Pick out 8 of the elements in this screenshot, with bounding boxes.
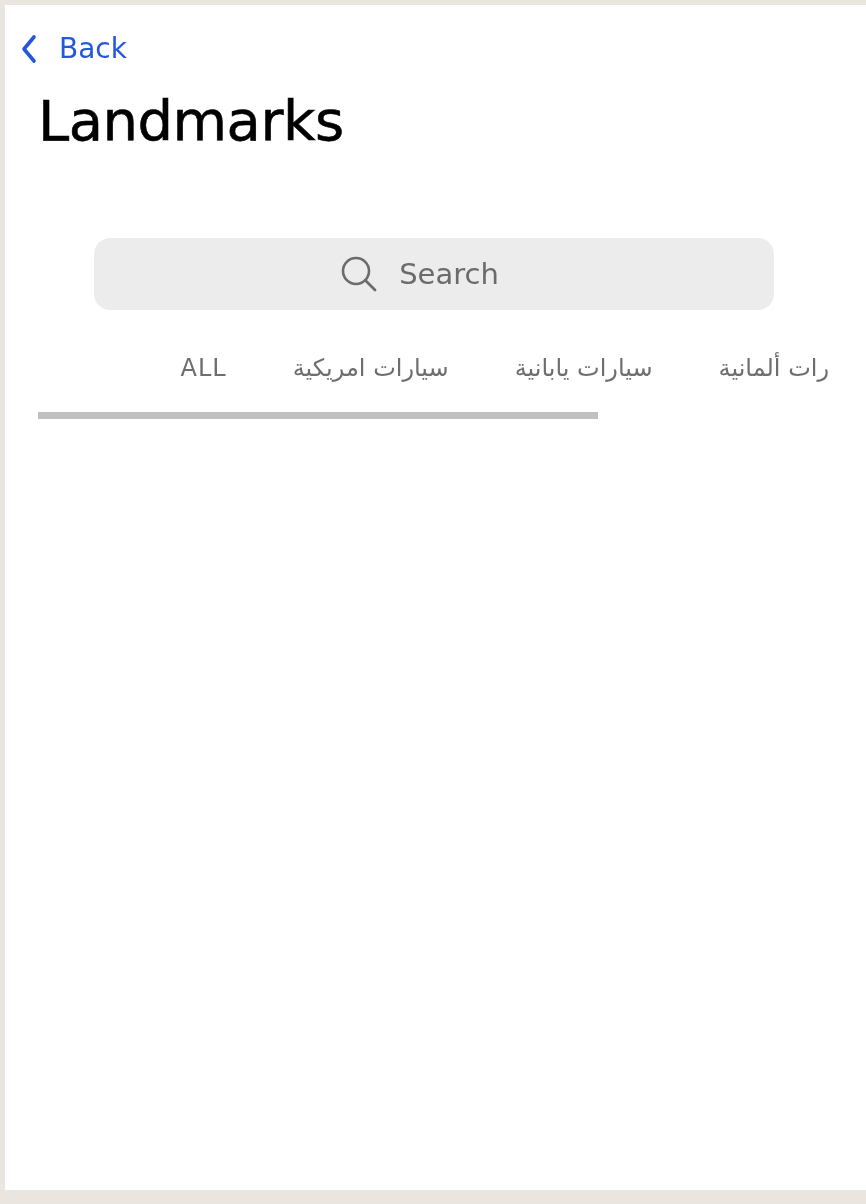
category-tab[interactable]: ALL: [180, 354, 227, 383]
category-tab[interactable]: سيارات يابانية: [514, 354, 653, 383]
search-field[interactable]: Search: [94, 238, 774, 311]
back-button[interactable]: Back: [21, 5, 127, 65]
page-title: Landmarks: [38, 87, 345, 155]
category-tab[interactable]: رات ألمانية: [718, 354, 829, 383]
chevron-left-icon: [21, 33, 37, 64]
category-tab[interactable]: سيارات امريكية: [292, 354, 449, 383]
